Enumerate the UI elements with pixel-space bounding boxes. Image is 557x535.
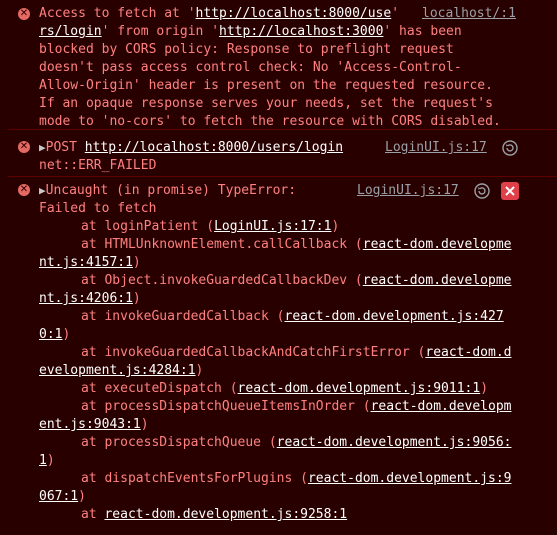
uncaught-title-line: ▶Uncaught (in promise) TypeError: xyxy=(39,182,296,200)
close-x-icon[interactable] xyxy=(501,182,519,200)
stack-frame-line: 067:1) xyxy=(39,488,86,506)
cors-line-3: blocked by CORS policy: Response to pref… xyxy=(39,42,454,57)
stack-frame-text: at Object.invokeGuardedCallbackDev ( xyxy=(81,273,363,288)
stack-frame-line: at invokeGuardedCallbackAndCatchFirstErr… xyxy=(81,344,511,362)
cors-line-1: Access to fetch at 'http://localhost:800… xyxy=(39,5,407,23)
cors-line-7: mode to 'no-cors' to fetch the resource … xyxy=(39,114,501,129)
stack-frame-source-link[interactable]: 1 xyxy=(39,453,47,468)
stack-frame-line: 1) xyxy=(39,452,55,470)
post-url-link[interactable]: http://localhost:8000/users/login xyxy=(85,140,343,155)
cors-text: ' from origin ' xyxy=(101,24,220,39)
stack-frame-source-link[interactable]: react-dom.development.js:9 xyxy=(308,471,512,486)
cors-error-message: ✕ Access to fetch at 'http://localhost:8… xyxy=(8,0,557,130)
stack-frame-text: at loginPatient ( xyxy=(81,219,215,234)
stack-frame-source-link[interactable]: 067:1 xyxy=(39,489,78,504)
reload-icon[interactable] xyxy=(474,183,490,199)
stack-frame-source-link[interactable]: 0:1 xyxy=(39,327,62,342)
uncaught-message: Failed to fetch xyxy=(39,201,157,216)
stack-frame-source-link[interactable]: evelopment.js:4284:1 xyxy=(39,363,196,378)
post-method: POST xyxy=(45,140,77,155)
stack-frame-line: at react-dom.development.js:9258:1 xyxy=(81,506,347,524)
error-circle-icon: ✕ xyxy=(18,8,30,20)
stack-frame-source-link[interactable]: react-dom.development.js:9011:1 xyxy=(238,381,481,396)
stack-frame-text: ) xyxy=(78,489,86,504)
stack-frame-source-link[interactable]: LoginUI.js:17:1 xyxy=(214,219,331,234)
stack-frame-text: ) xyxy=(331,219,340,234)
error-circle-icon: ✕ xyxy=(18,141,30,153)
stack-frame-line: evelopment.js:4284:1) xyxy=(39,362,203,380)
post-source-link[interactable]: LoginUI.js:17 xyxy=(385,139,487,157)
stack-frame-source-link[interactable]: react-dom.d xyxy=(425,345,511,360)
stack-frame-source-link[interactable]: react-dom.developme xyxy=(363,273,512,288)
stack-frame-text: at processDispatchQueue ( xyxy=(81,435,277,450)
stack-frame-text: at dispatchEventsForPlugins ( xyxy=(81,471,308,486)
stack-frame-line: at Object.invokeGuardedCallbackDev (reac… xyxy=(81,272,511,290)
uncaught-source-link[interactable]: LoginUI.js:17 xyxy=(357,182,459,200)
cors-fetch-url-link-cont[interactable]: rs/login xyxy=(39,24,102,39)
expand-triangle-icon[interactable]: ▶ xyxy=(39,141,46,154)
cors-line-2: rs/login' from origin 'http://localhost:… xyxy=(39,23,462,41)
cors-source-link[interactable]: localhost/:1 xyxy=(422,5,516,23)
stack-frame-line: at invokeGuardedCallback (react-dom.deve… xyxy=(81,308,504,326)
stack-frame-text: ) xyxy=(132,255,141,270)
stack-frame-source-link[interactable]: ent.js:9043:1 xyxy=(39,417,141,432)
stack-frame-text: at HTMLUnknownElement.callCallback ( xyxy=(81,237,363,252)
post-error-message: ✕ ▶POST http://localhost:8000/users/logi… xyxy=(8,131,557,177)
stack-frame-line: nt.js:4206:1) xyxy=(39,290,141,308)
stack-frame-source-link[interactable]: nt.js:4157:1 xyxy=(39,255,133,270)
stack-frame-source-link[interactable]: react-dom.development.js:9258:1 xyxy=(104,507,347,522)
stack-frame-source-link[interactable]: react-dom.development.js:427 xyxy=(285,309,504,324)
cors-line-5: Allow-Origin' header is present on the r… xyxy=(39,78,493,93)
cors-line-4: doesn't pass access control check: No 'A… xyxy=(39,60,462,75)
stack-frame-text: ) xyxy=(140,417,149,432)
stack-frame-line: at executeDispatch (react-dom.developmen… xyxy=(81,380,488,398)
cors-text: Access to fetch at ' xyxy=(39,6,196,21)
stack-frame-text: at invokeGuardedCallbackAndCatchFirstErr… xyxy=(81,345,426,360)
stack-frame-source-link[interactable]: react-dom.developm xyxy=(371,399,512,414)
stack-frame-line: at processDispatchQueueItemsInOrder (rea… xyxy=(81,398,511,416)
expand-triangle-icon[interactable]: ▶ xyxy=(39,184,46,197)
uncaught-title: Uncaught (in promise) TypeError: xyxy=(45,183,297,198)
error-circle-icon: ✕ xyxy=(18,184,30,196)
stack-frame-text: at executeDispatch ( xyxy=(81,381,238,396)
cors-line-6: If an opaque response serves your needs,… xyxy=(39,96,493,111)
stack-frame-text: ) xyxy=(46,453,55,468)
post-line-1: ▶POST http://localhost:8000/users/login xyxy=(39,139,343,157)
cors-fetch-url-link[interactable]: http://localhost:8000/use xyxy=(196,6,392,21)
stack-frame-text: at processDispatchQueueItemsInOrder ( xyxy=(81,399,371,414)
stack-frame-line: ent.js:9043:1) xyxy=(39,416,149,434)
stack-frame-text: at xyxy=(81,507,105,522)
console-panel: ✕ Access to fetch at 'http://localhost:8… xyxy=(0,0,557,535)
stack-frame-text: ) xyxy=(480,381,489,396)
stack-frame-text: ) xyxy=(195,363,204,378)
stack-frame-line: at dispatchEventsForPlugins (react-dom.d… xyxy=(81,470,511,488)
stack-frame-line: at HTMLUnknownElement.callCallback (reac… xyxy=(81,236,511,254)
reload-icon[interactable] xyxy=(502,140,518,156)
stack-frame-line: nt.js:4157:1) xyxy=(39,254,141,272)
cors-origin-link[interactable]: http://localhost:3000 xyxy=(219,24,383,39)
stack-frame-source-link[interactable]: nt.js:4206:1 xyxy=(39,291,133,306)
cors-text: ' xyxy=(391,6,407,21)
stack-frame-text: at invokeGuardedCallback ( xyxy=(81,309,285,324)
stack-frame-text: ) xyxy=(62,327,71,342)
stack-frame-line: at loginPatient (LoginUI.js:17:1) xyxy=(81,218,339,236)
stack-frame-line: at processDispatchQueue (react-dom.devel… xyxy=(81,434,511,452)
post-status: net::ERR_FAILED xyxy=(39,158,157,173)
stack-frame-line: 0:1) xyxy=(39,326,70,344)
stack-frame-source-link[interactable]: react-dom.development.js:9056: xyxy=(277,435,512,450)
stack-frame-text: ) xyxy=(132,291,141,306)
cors-text: ' has been xyxy=(383,24,462,39)
uncaught-error-message: ✕ ▶Uncaught (in promise) TypeError: Logi… xyxy=(8,178,557,535)
stack-frame-source-link[interactable]: react-dom.developme xyxy=(363,237,512,252)
